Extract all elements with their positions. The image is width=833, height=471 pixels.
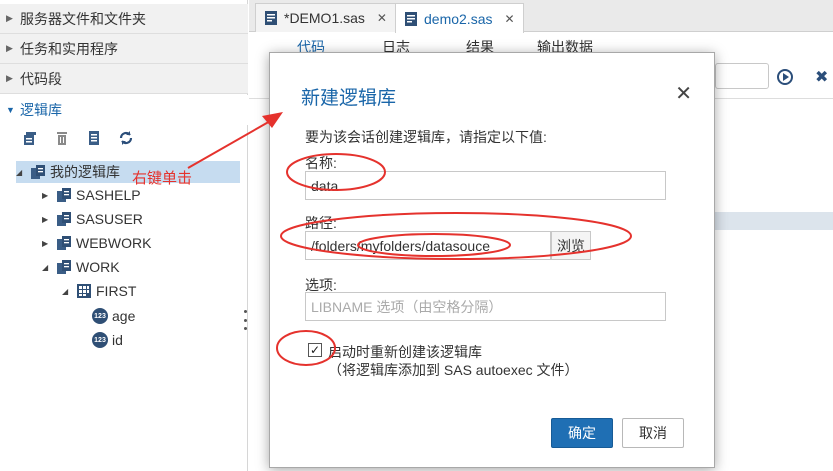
tree-item-library[interactable]: ◢ WORK [42, 256, 120, 278]
options-input[interactable]: LIBNAME 选项（由空格分隔） [305, 292, 666, 321]
browse-button[interactable]: 浏览 [551, 231, 591, 260]
tree-item-table[interactable]: ◢ FIRST [62, 280, 136, 302]
ok-button[interactable]: 确定 [551, 418, 613, 448]
delete-icon[interactable] [54, 130, 70, 146]
tab-demo2[interactable]: demo2.sas ✕ [395, 3, 524, 33]
library-icon [56, 211, 72, 227]
cancel-button[interactable]: 取消 [622, 418, 684, 448]
checkbox-sublabel: （将逻辑库添加到 SAS autoexec 文件） [328, 362, 579, 378]
tree-item-my-libraries[interactable]: ◢ 我的逻辑库 [16, 161, 240, 183]
chevron-right-icon: ▶ [6, 13, 13, 23]
tree-item-label: 我的逻辑库 [50, 164, 120, 180]
section-label: 任务和实用程序 [20, 40, 118, 57]
section-label: 服务器文件和文件夹 [20, 10, 146, 27]
tree-item-label: WORK [76, 259, 120, 275]
path-input[interactable]: /folders/myfolders/datasouce [305, 231, 551, 260]
numeric-column-icon: 123 [92, 308, 108, 324]
library-icon [30, 164, 46, 180]
new-library-dialog: 新建逻辑库 ✕ 要为该会话创建逻辑库，请指定以下值: 名称: data 路径: … [269, 52, 715, 468]
new-library-icon[interactable] [22, 130, 38, 146]
editor-tabs: *DEMO1.sas ✕ demo2.sas ✕ [249, 0, 833, 33]
chevron-right-icon[interactable]: ▶ [42, 239, 52, 248]
navigation-pane: ▶ 服务器文件和文件夹 ▶ 任务和实用程序 ▶ 代码段 ▼ 逻辑库 ◢ 我的逻辑… [0, 0, 248, 471]
section-label: 代码段 [20, 70, 62, 87]
table-icon [76, 283, 92, 299]
section-tasks-utilities[interactable]: ▶ 任务和实用程序 [0, 34, 248, 64]
section-label: 逻辑库 [20, 102, 62, 118]
tree-item-label: FIRST [96, 283, 137, 299]
tree-item-library[interactable]: ▶ WEBWORK [42, 232, 151, 254]
sas-file-icon [265, 11, 277, 25]
tab-label: *DEMO1.sas [284, 10, 365, 26]
editor-highlight-row [715, 212, 833, 230]
checkbox-label: 启动时重新创建该逻辑库 [328, 344, 482, 360]
numeric-column-icon: 123 [92, 332, 108, 348]
recreate-on-startup-checkbox[interactable]: ✓ [308, 343, 322, 357]
clear-code-icon[interactable]: ✖ [815, 67, 828, 87]
name-input[interactable]: data [305, 171, 666, 200]
library-icon [56, 259, 72, 275]
tab-demo1[interactable]: *DEMO1.sas ✕ [255, 3, 396, 32]
chevron-right-icon: ▶ [6, 73, 13, 83]
dialog-title: 新建逻辑库 [301, 88, 397, 109]
path-label: 路径: [305, 215, 337, 231]
chevron-right-icon: ▶ [6, 43, 13, 53]
section-libraries[interactable]: ▼ 逻辑库 [0, 95, 248, 125]
tree-item-library[interactable]: ▶ SASUSER [42, 208, 143, 230]
tree-item-label: id [112, 332, 123, 348]
tab-label: demo2.sas [424, 10, 493, 27]
close-icon[interactable]: ✕ [675, 81, 692, 106]
annotation-right-click: 右键单击 [132, 170, 193, 187]
tree-item-column[interactable]: 123 id [92, 329, 123, 351]
properties-icon[interactable] [86, 130, 102, 146]
sas-file-icon [405, 11, 417, 26]
library-icon [56, 235, 72, 251]
refresh-icon[interactable] [118, 130, 134, 146]
chevron-down-icon[interactable]: ◢ [42, 263, 52, 272]
section-server-files[interactable]: ▶ 服务器文件和文件夹 [0, 4, 248, 34]
run-icon[interactable] [777, 69, 793, 85]
chevron-right-icon[interactable]: ▶ [42, 215, 52, 224]
tree-item-label: SASUSER [76, 211, 143, 227]
chevron-down-icon: ▼ [6, 105, 15, 115]
chevron-down-icon[interactable]: ◢ [62, 287, 72, 296]
close-icon[interactable]: ✕ [377, 11, 387, 25]
tree-item-label: age [112, 308, 136, 324]
tree-item-library[interactable]: ▶ SASHELP [42, 184, 141, 206]
editor-toolbar-input[interactable] [715, 63, 769, 89]
tree-item-label: WEBWORK [76, 235, 152, 251]
libraries-toolbar [22, 130, 134, 146]
pane-splitter-handle[interactable] [244, 310, 248, 330]
chevron-right-icon[interactable]: ▶ [42, 191, 52, 200]
chevron-down-icon[interactable]: ◢ [16, 168, 26, 177]
section-snippets[interactable]: ▶ 代码段 [0, 64, 248, 94]
library-icon [56, 187, 72, 203]
name-label: 名称: [305, 155, 337, 171]
tree-item-column[interactable]: 123 age [92, 305, 135, 327]
tree-item-label: SASHELP [76, 187, 141, 203]
dialog-intro-text: 要为该会话创建逻辑库，请指定以下值: [305, 129, 547, 145]
close-icon[interactable]: ✕ [504, 12, 514, 26]
